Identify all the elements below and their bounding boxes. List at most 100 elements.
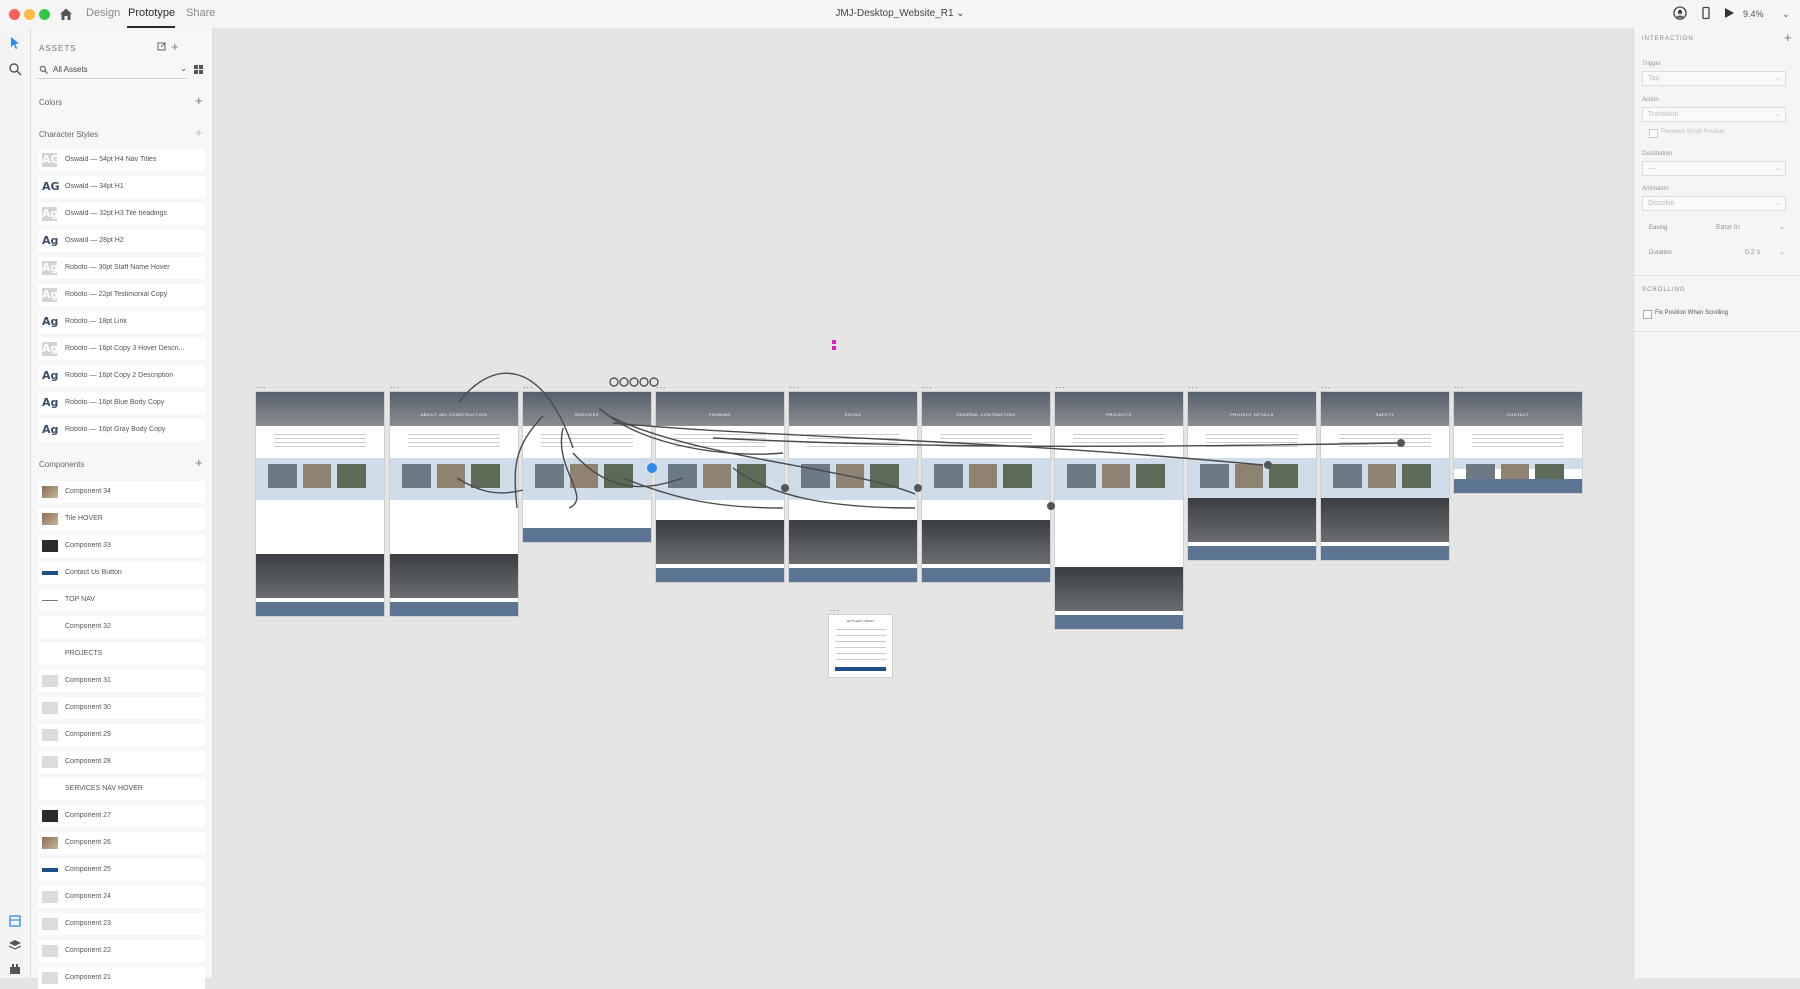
connector-arrow-icon[interactable]: [1397, 439, 1405, 447]
zoom-level[interactable]: 9.4%: [1743, 9, 1764, 19]
character-style-item[interactable]: Ag Roboto — 16pt Gray Body Copy: [38, 419, 205, 441]
component-thumbnail: [42, 648, 58, 660]
connector-arrow-icon[interactable]: [647, 463, 657, 473]
character-style-swatch: Ag: [42, 342, 59, 356]
chevron-down-icon[interactable]: ⌄: [1779, 223, 1785, 231]
duration-stepper[interactable]: 0.2 s: [1745, 249, 1760, 256]
component-item[interactable]: Component 21: [38, 967, 205, 989]
components-section-label: Components: [39, 460, 85, 469]
trigger-value: Tap: [1648, 75, 1660, 82]
component-item[interactable]: Tile HOVER: [38, 508, 205, 530]
character-style-item[interactable]: AG Oswald — 34pt H1: [38, 176, 205, 198]
trigger-select[interactable]: Tap ⌄: [1642, 71, 1786, 86]
component-thumbnail: [42, 756, 58, 768]
add-interaction-icon[interactable]: +: [1784, 31, 1792, 44]
user-icon[interactable]: [1673, 6, 1687, 20]
plugins-panel-icon[interactable]: [8, 962, 22, 976]
add-character-style-icon[interactable]: +: [195, 126, 203, 139]
component-item[interactable]: Component 26: [38, 832, 205, 854]
character-style-item[interactable]: Ag Roboto — 16pt Copy 2 Description: [38, 365, 205, 387]
character-style-item[interactable]: Ag Oswald — 32pt H3 Tile headings: [38, 203, 205, 225]
chevron-down-icon[interactable]: ⌄: [1782, 9, 1790, 20]
component-item[interactable]: Component 31: [38, 670, 205, 692]
component-item[interactable]: SERVICES NAV HOVER: [38, 778, 205, 800]
component-name: TOP NAV: [65, 596, 95, 603]
chevron-down-icon[interactable]: ⌄: [180, 64, 187, 73]
component-thumbnail: [42, 868, 58, 872]
component-thumbnail: [42, 513, 58, 525]
connector-arrow-icon[interactable]: [914, 484, 922, 492]
component-name: Component 22: [65, 947, 111, 954]
component-name: Component 24: [65, 893, 111, 900]
component-item[interactable]: Component 24: [38, 886, 205, 908]
connector-handle-icon[interactable]: [649, 377, 659, 387]
component-item[interactable]: Component 23: [38, 913, 205, 935]
easing-label: Easing: [1649, 225, 1668, 231]
character-style-name: Oswald — 54pt H4 Nav Titles: [65, 156, 157, 163]
asset-search-input[interactable]: All Assets ⌄: [37, 62, 187, 79]
animation-select[interactable]: Dissolve ⌄: [1642, 196, 1786, 211]
component-item[interactable]: PROJECTS: [38, 643, 205, 665]
connector-wire: [612, 422, 1264, 466]
component-item[interactable]: Component 32: [38, 616, 205, 638]
component-item[interactable]: Contact Us Button: [38, 562, 205, 584]
component-item[interactable]: Component 34: [38, 481, 205, 503]
character-style-item[interactable]: Ag Roboto — 22pt Testimonial Copy: [38, 284, 205, 306]
connector-handle-icon[interactable]: [609, 377, 619, 387]
character-style-item[interactable]: Ag Roboto — 16pt Blue Body Copy: [38, 392, 205, 414]
connector-arrow-icon[interactable]: [781, 484, 789, 492]
character-style-swatch: AG: [42, 180, 60, 193]
component-item[interactable]: Component 27: [38, 805, 205, 827]
grid-view-icon[interactable]: [194, 65, 203, 74]
character-style-swatch: Ag: [42, 315, 59, 328]
layers-panel-icon[interactable]: [8, 938, 22, 952]
animation-value: Dissolve: [1648, 200, 1675, 207]
character-style-name: Oswald — 34pt H1: [65, 183, 124, 190]
connector-arrow-icon[interactable]: [1047, 502, 1055, 510]
character-style-item[interactable]: AG Oswald — 54pt H4 Nav Titles: [38, 149, 205, 171]
select-tool-icon[interactable]: [8, 36, 22, 50]
chevron-down-icon[interactable]: ⌄: [1779, 248, 1785, 256]
component-name: Component 33: [65, 542, 111, 549]
fix-position-checkbox[interactable]: [1643, 310, 1652, 319]
component-item[interactable]: Component 22: [38, 940, 205, 962]
device-preview-icon[interactable]: [1699, 6, 1713, 20]
component-name: Component 26: [65, 839, 111, 846]
preserve-scroll-checkbox[interactable]: [1649, 129, 1658, 138]
component-thumbnail: [42, 621, 58, 633]
connector-wire: [598, 407, 784, 455]
character-style-item[interactable]: Ag Roboto — 18pt Link: [38, 311, 205, 333]
divider: [1634, 275, 1800, 276]
connector-wire: [712, 437, 1399, 447]
connector-handle-icon[interactable]: [619, 377, 629, 387]
component-thumbnail: [42, 891, 58, 903]
add-color-icon[interactable]: +: [195, 94, 203, 107]
easing-select[interactable]: Ease In: [1716, 224, 1740, 231]
component-item[interactable]: Component 29: [38, 724, 205, 746]
component-item[interactable]: Component 30: [38, 697, 205, 719]
action-select[interactable]: Transition ⌄: [1642, 107, 1786, 122]
character-styles-section-label: Character Styles: [39, 130, 99, 139]
assets-panel-icon[interactable]: [8, 914, 22, 928]
add-asset-icon[interactable]: +: [171, 40, 179, 53]
export-icon[interactable]: [157, 42, 166, 51]
component-item[interactable]: Component 25: [38, 859, 205, 881]
connector-arrow-icon[interactable]: [1264, 461, 1272, 469]
prototype-canvas[interactable]: ...... ABOUT JMJ CONSTRUCTION... SERVICES.…: [213, 28, 1633, 978]
component-item[interactable]: Component 33: [38, 535, 205, 557]
connector-handle-icon[interactable]: [629, 377, 639, 387]
component-item[interactable]: Component 28: [38, 751, 205, 773]
component-thumbnail: [42, 783, 58, 795]
character-style-item[interactable]: Ag Roboto — 16pt Copy 3 Hover Descri...: [38, 338, 205, 360]
component-item[interactable]: TOP NAV: [38, 589, 205, 611]
play-icon[interactable]: [1722, 6, 1736, 20]
add-component-icon[interactable]: +: [195, 456, 203, 469]
zoom-tool-icon[interactable]: [8, 62, 22, 76]
connector-handle-icon[interactable]: [639, 377, 649, 387]
destination-select[interactable]: — ⌄: [1642, 161, 1786, 176]
character-style-swatch: Ag: [42, 288, 59, 302]
document-title[interactable]: JMJ-Desktop_Website_R1 ⌄: [0, 8, 1800, 19]
character-style-item[interactable]: Ag Roboto — 30pt Staff Name Hover: [38, 257, 205, 279]
character-style-item[interactable]: Ag Oswald — 28pt H2: [38, 230, 205, 252]
character-style-name: Roboto — 18pt Link: [65, 318, 127, 325]
